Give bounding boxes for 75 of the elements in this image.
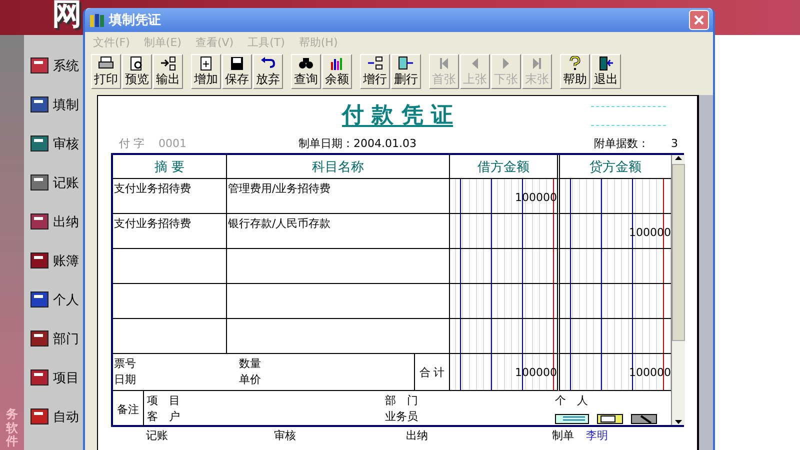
help-icon	[567, 56, 583, 70]
toolbar-button[interactable]: 余额	[322, 54, 352, 89]
table-cell: 银行存款/人民币存款	[227, 214, 450, 249]
find-icon	[298, 56, 314, 70]
books-icon	[89, 12, 105, 28]
signature-label: 记账	[146, 428, 168, 443]
toolbar-button[interactable]: 退出	[591, 54, 621, 89]
toolbar-button[interactable]: 增加	[191, 54, 221, 89]
exit-icon	[598, 56, 614, 70]
banner-title: 网	[52, 0, 82, 30]
scrollbar[interactable]	[671, 155, 685, 425]
scrollbar[interactable]	[697, 95, 713, 450]
table-cell: 管理费用/业务招待费	[227, 179, 450, 214]
sidebar-item[interactable]: 账簿	[29, 248, 90, 274]
side-caption: 务软件	[6, 408, 18, 450]
toolbar-button[interactable]: 输出	[153, 54, 183, 89]
table-cell: 支付业务招待费	[113, 179, 227, 214]
delete-icon	[398, 56, 414, 70]
sidebar-item[interactable]: 个人	[29, 287, 90, 313]
sidebar-item[interactable]: 出纳	[29, 209, 90, 235]
ticket-label: 票号	[114, 356, 137, 372]
signature-label: 制单	[552, 428, 574, 443]
up-arrow-icon[interactable]	[674, 155, 683, 161]
sidebar-item[interactable]: 记账	[29, 170, 90, 196]
add-icon	[198, 56, 214, 70]
price-label: 单价	[239, 372, 262, 388]
column-header: 借方金额	[450, 155, 560, 179]
down-arrow-icon[interactable]	[674, 419, 683, 425]
project-label: 项 目	[147, 393, 181, 409]
export-icon	[160, 56, 176, 70]
note-label: 备注	[117, 402, 139, 416]
toolbar-button[interactable]: 增行	[360, 54, 390, 89]
close-icon	[693, 14, 705, 26]
toolbar-button[interactable]: 查询	[291, 54, 321, 89]
column-header: 科目名称	[227, 155, 450, 179]
sidebar-item[interactable]: 项目	[29, 365, 90, 391]
voucher-number: 0001	[158, 137, 188, 150]
sidebar-item[interactable]: 部门	[29, 326, 90, 352]
attachments-count: 3	[671, 137, 678, 150]
pencil-icon[interactable]	[631, 414, 657, 424]
customer-label: 客 户	[147, 409, 181, 425]
insert-icon	[367, 56, 383, 70]
save-icon	[229, 56, 245, 70]
sidebar-item[interactable]: 审核	[29, 131, 90, 157]
chart-icon	[329, 56, 345, 70]
print-icon	[98, 56, 114, 70]
toolbar-button[interactable]: 保存	[222, 54, 252, 89]
department-label: 部 门	[385, 393, 419, 409]
toolbar-button[interactable]: 帮助	[560, 54, 590, 89]
date-label: 日期	[114, 372, 137, 388]
window-title: 填制凭证	[109, 12, 162, 29]
toolbar-button[interactable]: 打印	[91, 54, 121, 89]
voucher-title: 付 款 凭 证	[342, 101, 453, 130]
sidebar-item[interactable]: 填制	[29, 92, 90, 118]
list-icon[interactable]	[555, 414, 589, 424]
voucher-date: 制单日期：2004.01.03	[298, 136, 418, 151]
signature-name: 李明	[586, 428, 608, 443]
signature-label: 审核	[274, 428, 296, 443]
toolbar-button[interactable]: 删行	[391, 54, 421, 89]
sidebar-item[interactable]: 系统	[29, 53, 90, 79]
column-header: 摘 要	[113, 155, 227, 179]
voucher-type: 付 字	[119, 136, 144, 151]
person-label: 个 人	[555, 393, 589, 408]
card-icon[interactable]	[597, 414, 623, 424]
signature-label: 出纳	[406, 428, 428, 443]
total-label: 合 计	[419, 364, 445, 380]
sidebar-item[interactable]: 自动	[29, 404, 90, 430]
undo-icon	[260, 56, 276, 70]
toolbar-button[interactable]: 放弃	[253, 54, 283, 89]
staff-label: 业务员	[385, 409, 419, 425]
table-cell: 支付业务招待费	[113, 214, 227, 249]
quantity-label: 数量	[239, 356, 262, 372]
close-button[interactable]	[689, 10, 709, 30]
toolbar-button[interactable]: 预览	[122, 54, 152, 89]
attachments-label: 附单据数：	[594, 136, 649, 151]
